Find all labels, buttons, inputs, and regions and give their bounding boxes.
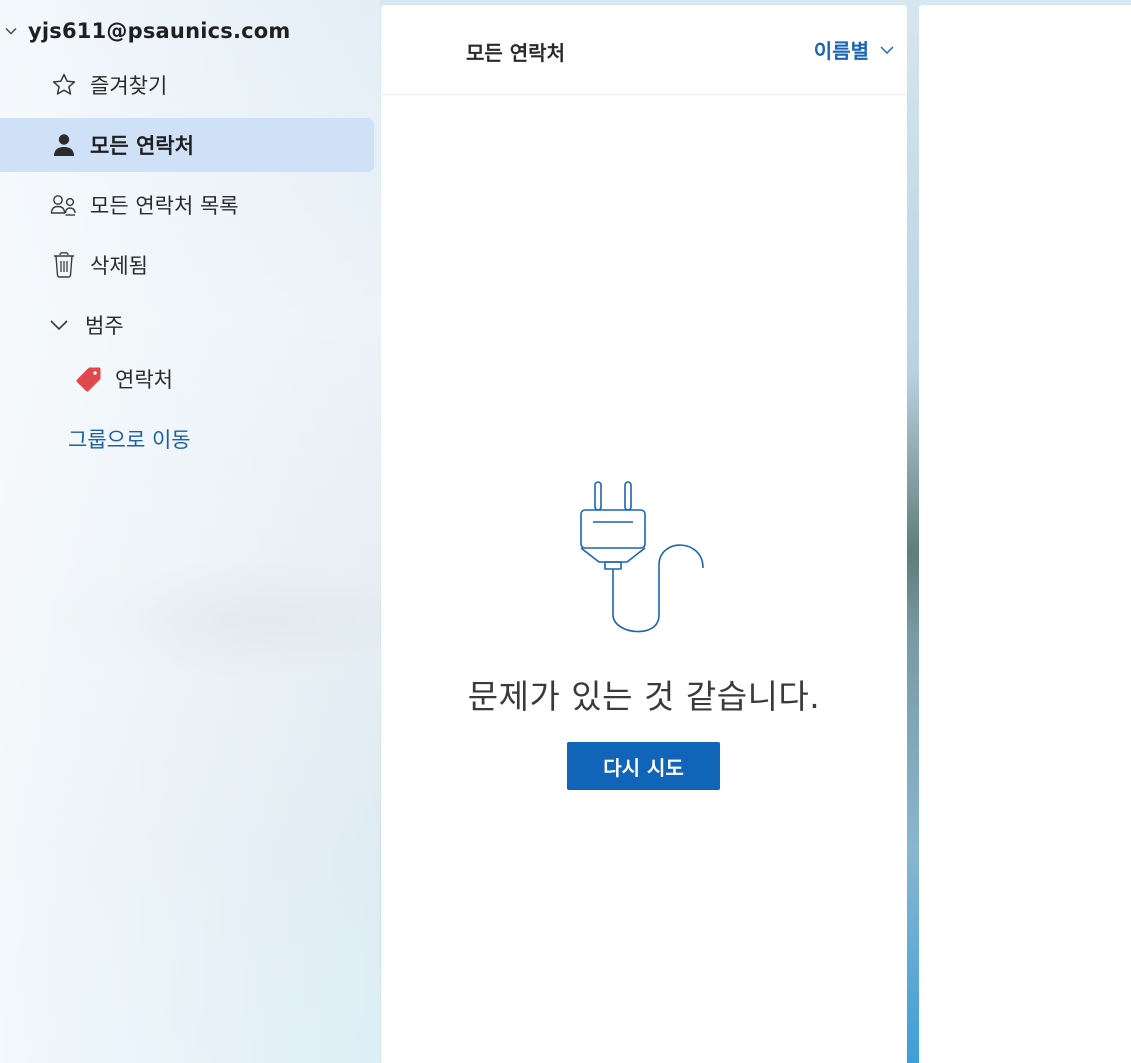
go-to-groups-link[interactable]: 그룹으로 이동 — [68, 424, 191, 454]
contact-list-panel: 모든 연락처 이름별 문제가 있는 것 같습니다. 다시 시도 — [381, 5, 907, 1063]
page-title: 모든 연락처 — [466, 41, 565, 65]
people-list-icon — [50, 191, 78, 219]
nav-item-all-contact-lists[interactable]: 모든 연락처 목록 — [0, 178, 374, 232]
list-header: 모든 연락처 이름별 — [381, 5, 907, 95]
chevron-down-icon — [879, 42, 895, 58]
tag-icon — [75, 365, 103, 393]
chevron-down-icon — [48, 314, 70, 336]
nav-item-label: 모든 연락처 — [90, 134, 194, 158]
trash-icon — [50, 251, 78, 279]
chevron-down-icon — [0, 24, 22, 38]
unplugged-cable-icon — [580, 481, 704, 633]
account-header[interactable]: yjs611@psaunics.com — [0, 14, 370, 48]
sort-label: 이름별 — [813, 39, 869, 63]
retry-button[interactable]: 다시 시도 — [567, 742, 720, 790]
person-icon — [50, 131, 78, 159]
nav-item-label: 즐겨찾기 — [90, 74, 168, 98]
star-icon — [50, 71, 78, 99]
categories-label: 범주 — [85, 314, 124, 338]
contacts-navigation: yjs611@psaunics.com 즐겨찾기 모든 연락처 모든 연락처 목… — [0, 0, 380, 1063]
nav-item-label: 삭제됨 — [90, 254, 148, 278]
category-item-label: 연락처 — [115, 368, 173, 392]
nav-item-deleted[interactable]: 삭제됨 — [0, 238, 374, 292]
nav-item-favorites[interactable]: 즐겨찾기 — [0, 58, 374, 112]
reading-pane — [919, 5, 1131, 1063]
category-item-contacts[interactable]: 연락처 — [0, 354, 374, 404]
error-message: 문제가 있는 것 같습니다. — [467, 677, 821, 716]
nav-item-all-contacts[interactable]: 모든 연락처 — [0, 118, 374, 172]
nav-item-label: 모든 연락처 목록 — [90, 194, 239, 218]
categories-header[interactable]: 범주 — [0, 300, 374, 350]
sort-dropdown[interactable]: 이름별 — [814, 35, 895, 64]
background-strip — [907, 0, 919, 1063]
account-email: yjs611@psaunics.com — [28, 19, 291, 43]
